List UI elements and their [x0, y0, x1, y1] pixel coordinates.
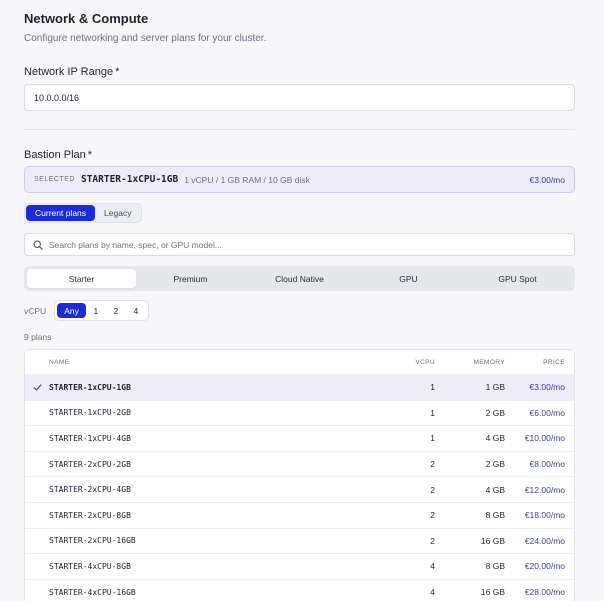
plan-vcpu: 2 — [430, 535, 435, 546]
plan-price: €3.00/mo — [529, 382, 565, 393]
tab-gpu[interactable]: GPU — [354, 269, 463, 288]
plan-price: €20.00/mo — [524, 561, 565, 572]
selected-plan-name: STARTER-1xCPU-1GB — [80, 174, 179, 185]
vcpu-option-4[interactable]: 4 — [126, 303, 146, 318]
selected-plan-summary: SELECTED STARTER-1xCPU-1GB 1 vCPU / 1 GB… — [24, 166, 575, 193]
table-row[interactable]: STARTER-1xCPU-4GB 1 4 GB €10.00/mo — [25, 425, 574, 451]
plan-price: €12.00/mo — [524, 484, 565, 495]
plan-price: €24.00/mo — [524, 535, 565, 546]
bastion-plan-label-text: Bastion Plan — [24, 149, 86, 161]
plan-price: €18.00/mo — [524, 510, 565, 521]
table-row[interactable]: STARTER-2xCPU-4GB 2 4 GB €12.00/mo — [25, 476, 574, 502]
network-ip-label-text: Network IP Range — [24, 66, 114, 78]
required-mark: * — [87, 149, 93, 161]
plan-name: STARTER-1xCPU-4GB — [49, 433, 131, 443]
plan-vcpu: 2 — [430, 484, 435, 495]
plan-name: STARTER-2xCPU-16GB — [49, 536, 136, 546]
header-memory: MEMORY — [473, 358, 505, 366]
network-ip-label: Network IP Range * — [24, 66, 119, 78]
plan-name: STARTER-4xCPU-16GB — [49, 587, 136, 597]
legacy-plans-button[interactable]: Legacy — [95, 205, 140, 221]
plan-memory: 16 GB — [480, 587, 505, 598]
table-row[interactable]: STARTER-2xCPU-2GB 2 2 GB €8.00/mo — [25, 450, 574, 477]
section-subtitle: Configure networking and server plans fo… — [24, 33, 267, 44]
table-row[interactable]: STARTER-1xCPU-2GB 1 2 GB €6.00/mo — [25, 399, 574, 426]
plan-memory: 2 GB — [485, 407, 505, 418]
table-row[interactable]: STARTER-2xCPU-8GB 2 8 GB €18.00/mo — [25, 501, 574, 528]
vcpu-option-1[interactable]: 1 — [86, 303, 106, 318]
selected-plan-spec: 1 vCPU / 1 GB RAM / 10 GB disk — [184, 174, 310, 185]
bastion-plan-label: Bastion Plan * — [24, 149, 92, 161]
check-icon — [33, 384, 41, 391]
plans-count: 9 plans — [24, 332, 52, 342]
table-row[interactable]: STARTER-1xCPU-1GB 1 1 GB €3.00/mo — [25, 374, 574, 400]
plan-generation-toggle: Current plans Legacy — [24, 203, 143, 223]
tab-cloud-native[interactable]: Cloud Native — [245, 269, 354, 288]
table-header: NAME VCPU MEMORY PRICE — [25, 350, 574, 374]
plan-vcpu: 1 — [430, 382, 435, 393]
plan-vcpu: 2 — [430, 459, 435, 470]
plan-memory: 2 GB — [485, 459, 505, 470]
tab-premium[interactable]: Premium — [136, 269, 245, 288]
section-title: Network & Compute — [24, 11, 149, 26]
check-cell — [25, 383, 49, 392]
section-divider — [24, 129, 575, 130]
plan-price: €10.00/mo — [524, 433, 565, 444]
plan-price: €8.00/mo — [529, 459, 565, 470]
plan-memory: 16 GB — [480, 535, 505, 546]
plan-memory: 8 GB — [485, 510, 505, 521]
plan-vcpu: 4 — [430, 587, 435, 598]
vcpu-option-2[interactable]: 2 — [106, 303, 126, 318]
header-price: PRICE — [543, 358, 565, 366]
header-name: NAME — [49, 358, 70, 366]
header-vcpu: VCPU — [415, 358, 435, 366]
plan-name: STARTER-2xCPU-4GB — [49, 485, 131, 495]
tab-starter[interactable]: Starter — [27, 269, 136, 288]
current-plans-button[interactable]: Current plans — [26, 205, 96, 221]
vcpu-filter-options: Any 1 2 4 — [54, 300, 149, 321]
plan-name: STARTER-2xCPU-2GB — [49, 459, 131, 469]
search-icon — [33, 239, 43, 250]
plan-memory: 4 GB — [485, 484, 505, 495]
plan-search-input[interactable] — [49, 239, 566, 250]
plan-price: €6.00/mo — [529, 407, 565, 418]
plan-memory: 8 GB — [485, 561, 505, 572]
plan-name: STARTER-2xCPU-8GB — [49, 510, 131, 520]
plans-table: NAME VCPU MEMORY PRICE STARTER-1xCPU-1GB… — [24, 349, 575, 601]
plan-vcpu: 2 — [430, 510, 435, 521]
table-row[interactable]: STARTER-2xCPU-16GB 2 16 GB €24.00/mo — [25, 527, 574, 554]
vcpu-option-any[interactable]: Any — [57, 303, 86, 318]
plan-vcpu: 4 — [430, 561, 435, 572]
plan-name: STARTER-1xCPU-1GB — [49, 382, 131, 392]
selected-tag: SELECTED — [34, 176, 75, 183]
plan-vcpu: 1 — [430, 407, 435, 418]
plan-name: STARTER-1xCPU-2GB — [49, 408, 131, 418]
plan-category-tabs: Starter Premium Cloud Native GPU GPU Spo… — [24, 266, 575, 291]
plan-memory: 1 GB — [485, 382, 505, 393]
plan-search-box[interactable] — [24, 233, 575, 256]
plan-memory: 4 GB — [485, 433, 505, 444]
network-compute-section: Network & Compute Configure networking a… — [0, 0, 604, 601]
network-ip-input[interactable] — [24, 84, 575, 111]
plan-name: STARTER-4xCPU-8GB — [49, 561, 131, 571]
tab-gpu-spot[interactable]: GPU Spot — [463, 269, 572, 288]
required-mark: * — [115, 66, 120, 78]
plan-price: €28.00/mo — [524, 587, 565, 598]
selected-plan-price: €3.00/mo — [529, 174, 565, 185]
vcpu-filter-label: vCPU — [24, 305, 47, 316]
plan-vcpu: 1 — [430, 433, 435, 444]
table-row[interactable]: STARTER-4xCPU-8GB 4 8 GB €20.00/mo — [25, 553, 574, 579]
table-row[interactable]: STARTER-4xCPU-16GB 4 16 GB €28.00/mo — [25, 578, 574, 601]
vcpu-filter: vCPU Any 1 2 4 — [24, 300, 149, 321]
